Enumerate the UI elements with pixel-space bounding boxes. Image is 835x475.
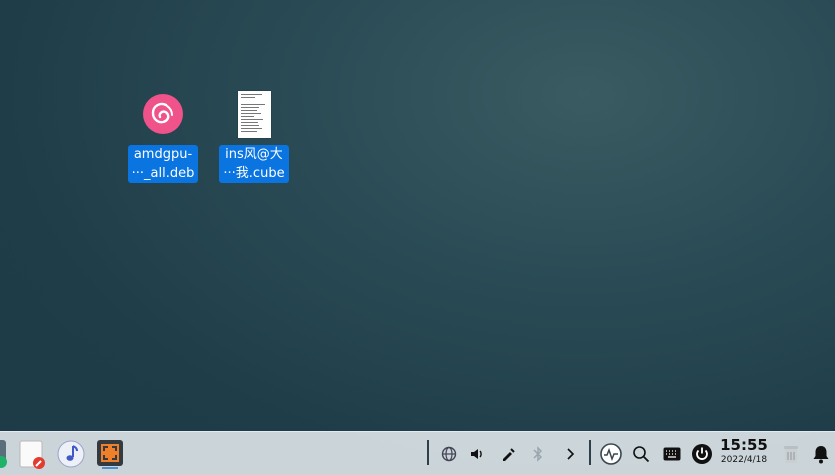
desktop-icon-label: ins风@大 ···我.cube bbox=[219, 145, 289, 183]
search-icon[interactable] bbox=[631, 432, 651, 475]
clock[interactable]: 15:55 2022/4/18 bbox=[718, 436, 770, 466]
keyboard-icon[interactable] bbox=[661, 432, 683, 475]
network-icon[interactable] bbox=[439, 432, 459, 475]
screen-capture-icon[interactable] bbox=[95, 432, 125, 475]
notes-icon[interactable] bbox=[17, 432, 47, 475]
volume-icon[interactable] bbox=[467, 432, 487, 475]
text-document-icon bbox=[230, 90, 278, 138]
clock-date: 2022/4/18 bbox=[720, 455, 768, 465]
desktop-icon-amdgpu-deb[interactable]: amdgpu- ···_all.deb bbox=[127, 90, 199, 183]
pen-icon[interactable] bbox=[498, 432, 518, 475]
taskbar: 15:55 2022/4/18 bbox=[0, 431, 835, 475]
desktop-icon-label: amdgpu- ···_all.deb bbox=[127, 145, 199, 183]
app-store-icon[interactable] bbox=[0, 432, 10, 475]
trash-icon[interactable] bbox=[780, 432, 802, 475]
power-icon[interactable] bbox=[690, 432, 714, 475]
chevron-right-icon[interactable] bbox=[560, 432, 580, 475]
debian-swirl-icon bbox=[139, 90, 187, 138]
bluetooth-icon[interactable] bbox=[528, 432, 548, 475]
bell-icon[interactable] bbox=[810, 432, 832, 475]
clock-time: 15:55 bbox=[720, 436, 768, 454]
music-note-icon[interactable] bbox=[56, 432, 86, 475]
tray-separator bbox=[427, 440, 429, 465]
tray-separator bbox=[589, 440, 591, 465]
desktop-icon-ins-cube[interactable]: ins风@大 ···我.cube bbox=[218, 90, 290, 183]
system-monitor-icon[interactable] bbox=[599, 432, 623, 475]
